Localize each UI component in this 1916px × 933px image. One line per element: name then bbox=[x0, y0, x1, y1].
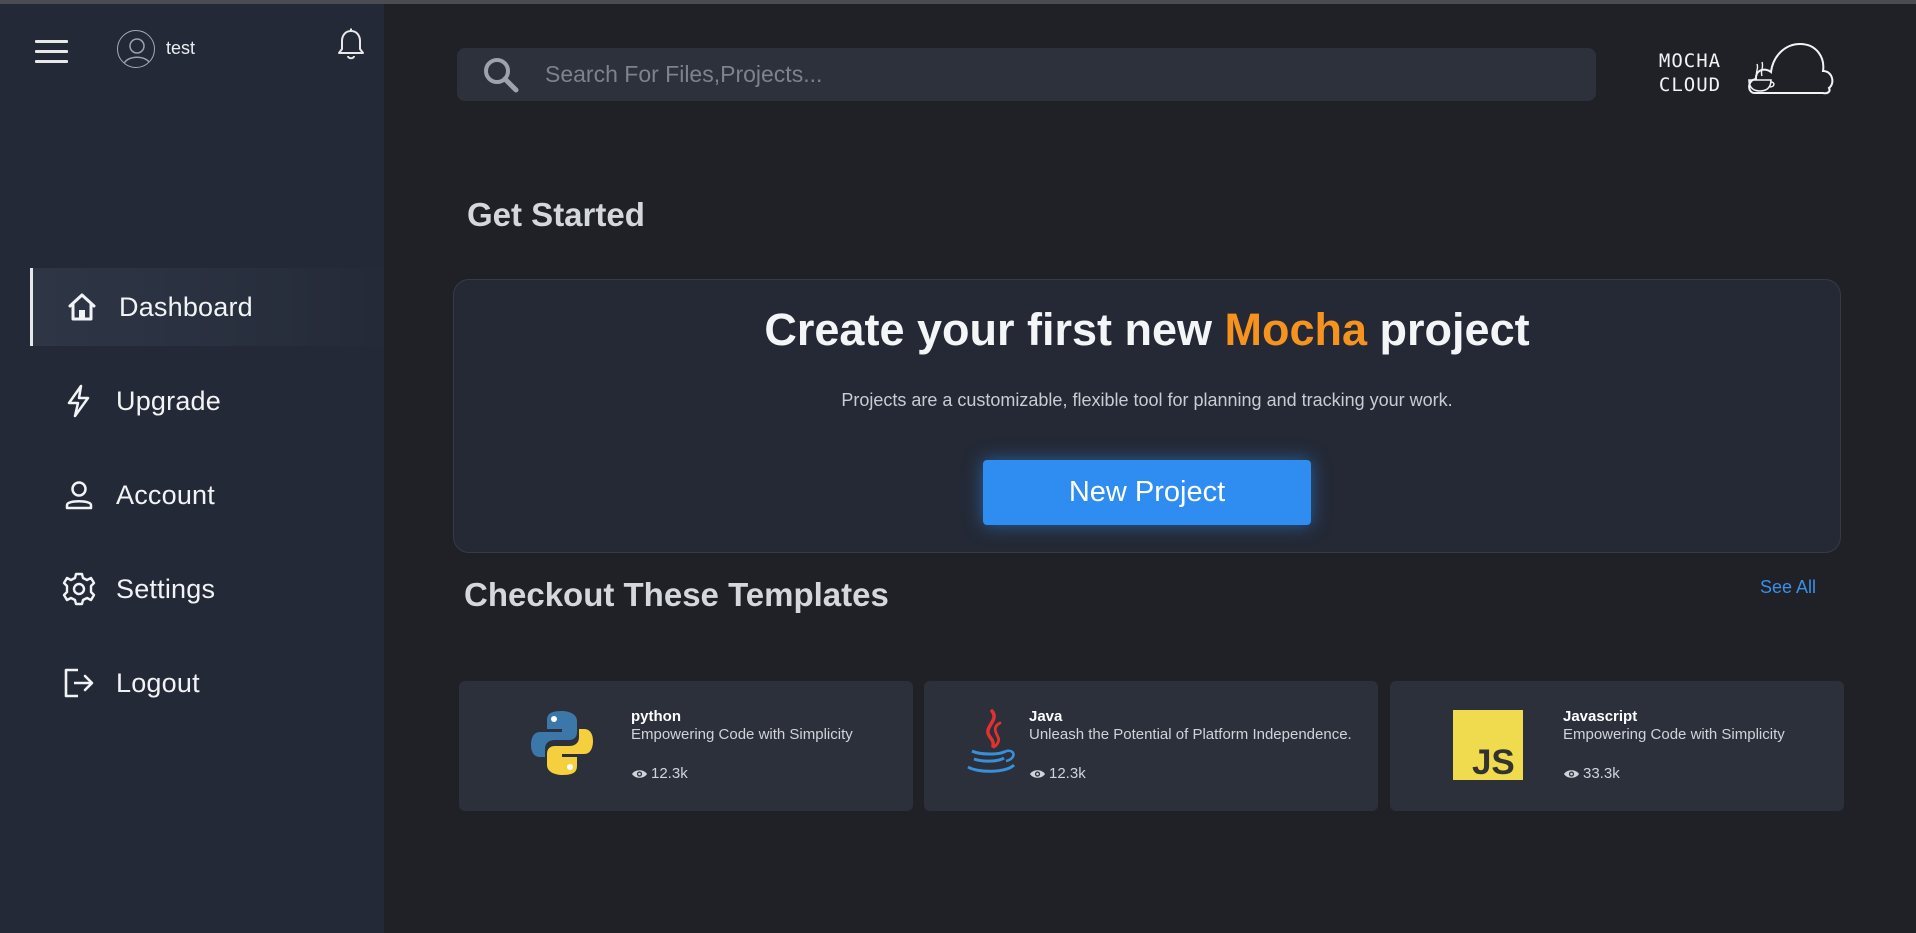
hero-title-accent: Mocha bbox=[1224, 304, 1368, 355]
logout-icon bbox=[62, 666, 96, 700]
template-name: python bbox=[631, 708, 681, 725]
sidebar-item-label: Upgrade bbox=[116, 385, 221, 416]
eye-icon bbox=[632, 769, 647, 778]
templates-heading: Checkout These Templates bbox=[464, 576, 889, 613]
lightning-icon bbox=[62, 384, 96, 418]
cloud-cup-icon bbox=[1748, 42, 1834, 95]
see-all-link[interactable]: See All bbox=[1760, 577, 1816, 598]
search-input[interactable] bbox=[545, 61, 1445, 88]
sidebar-item-label: Account bbox=[116, 479, 215, 510]
sidebar-item-upgrade[interactable]: Upgrade bbox=[30, 362, 384, 440]
sidebar-nav: Dashboard Upgrade Account Settings Logou… bbox=[30, 268, 384, 738]
user-avatar-icon bbox=[123, 38, 151, 65]
template-name: Javascript bbox=[1563, 708, 1638, 725]
sidebar-item-label: Logout bbox=[116, 667, 200, 698]
sidebar-item-logout[interactable]: Logout bbox=[30, 644, 384, 722]
notification-bell-icon[interactable] bbox=[336, 28, 366, 62]
svg-text:JS: JS bbox=[1472, 743, 1515, 781]
menu-icon[interactable] bbox=[35, 40, 68, 64]
javascript-logo-icon: JS bbox=[1453, 710, 1523, 781]
template-description: Unleash the Potential of Platform Indepe… bbox=[1029, 726, 1352, 743]
template-views: 12.3k bbox=[1029, 765, 1086, 782]
eye-icon bbox=[1030, 769, 1045, 778]
sidebar-item-settings[interactable]: Settings bbox=[30, 550, 384, 628]
home-icon bbox=[65, 290, 99, 324]
get-started-heading: Get Started bbox=[467, 196, 645, 233]
java-logo-icon bbox=[967, 709, 1016, 773]
mocha-cloud-logo: MOCHA CLOUD bbox=[1650, 38, 1838, 102]
search-icon[interactable] bbox=[479, 53, 523, 97]
template-description: Empowering Code with Simplicity bbox=[631, 726, 853, 743]
template-description: Empowering Code with Simplicity bbox=[1563, 726, 1785, 743]
sidebar: test Dashboard Upgrade Account Settings … bbox=[0, 4, 384, 933]
sidebar-item-account[interactable]: Account bbox=[30, 456, 384, 534]
sidebar-item-dashboard[interactable]: Dashboard bbox=[30, 268, 384, 346]
logo-text: MOCHA CLOUD bbox=[1658, 50, 1722, 96]
template-card-javascript[interactable]: JS Javascript Empowering Code with Simpl… bbox=[1390, 681, 1844, 811]
eye-icon bbox=[1564, 769, 1579, 778]
gear-icon bbox=[62, 572, 96, 606]
python-logo-icon bbox=[531, 711, 593, 775]
template-name: Java bbox=[1029, 708, 1063, 725]
user-icon bbox=[62, 478, 96, 512]
template-views: 33.3k bbox=[1563, 765, 1620, 782]
new-project-button[interactable]: New Project bbox=[983, 460, 1311, 525]
sidebar-item-label: Settings bbox=[116, 573, 216, 604]
hero-title: Create your first new Mocha project bbox=[764, 304, 1530, 355]
template-card-python[interactable]: python Empowering Code with Simplicity 1… bbox=[459, 681, 913, 811]
sidebar-item-label: Dashboard bbox=[119, 291, 253, 322]
template-card-java[interactable]: Java Unleash the Potential of Platform I… bbox=[924, 681, 1378, 811]
username: test bbox=[166, 38, 196, 58]
template-views: 12.3k bbox=[631, 765, 688, 782]
search-bar bbox=[457, 48, 1596, 101]
create-project-card: Create your first new Mocha project Proj… bbox=[453, 279, 1841, 553]
avatar[interactable] bbox=[117, 30, 155, 68]
hero-subtitle: Projects are a customizable, flexible to… bbox=[841, 390, 1453, 410]
